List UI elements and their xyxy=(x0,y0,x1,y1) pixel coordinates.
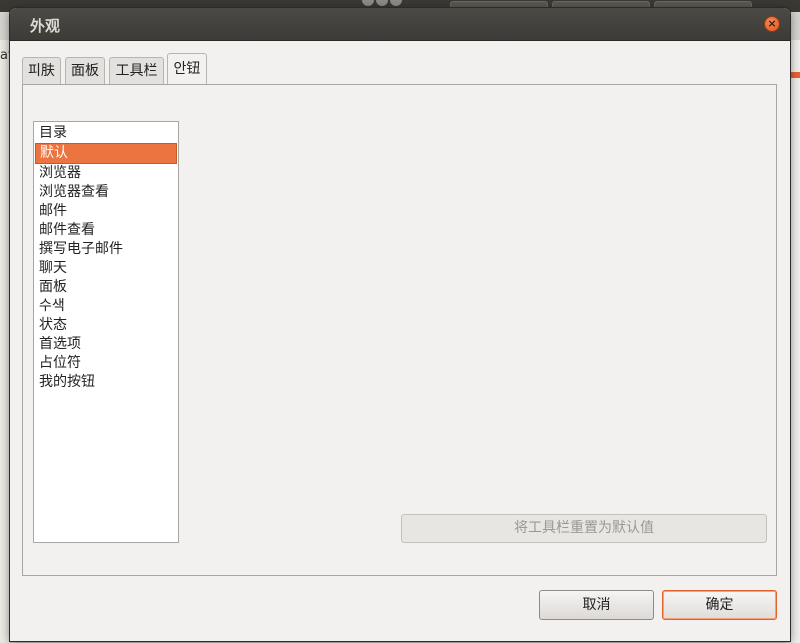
background-accent-strip xyxy=(790,72,800,78)
ok-button[interactable]: 确定 xyxy=(662,590,777,620)
list-item[interactable]: 수색 xyxy=(35,297,177,316)
cancel-button[interactable]: 取消 xyxy=(539,590,654,620)
close-icon[interactable]: × xyxy=(764,16,780,32)
list-item[interactable]: 状态 xyxy=(35,316,177,335)
reset-toolbars-button[interactable]: 将工具栏重置为默认值 xyxy=(401,514,767,543)
tab-buttons[interactable]: 안钮 xyxy=(167,53,207,85)
tab-toolbars[interactable]: 工具栏 xyxy=(109,57,164,84)
background-right-pane xyxy=(790,40,800,643)
list-item[interactable]: 面板 xyxy=(35,278,177,297)
appearance-dialog: 外观 × 피肤 面板 工具栏 안钮 目录 默认 浏览器 浏览器查看 邮件 邮件查… xyxy=(10,8,790,641)
tab-panel: 目录 默认 浏览器 浏览器查看 邮件 邮件查看 撰写电子邮件 聊天 面板 수색 … xyxy=(22,84,777,576)
list-item[interactable]: 邮件查看 xyxy=(35,221,177,240)
tab-panels[interactable]: 面板 xyxy=(65,57,105,84)
list-item[interactable]: 撰写电子邮件 xyxy=(35,240,177,259)
background-control-icon xyxy=(390,0,402,6)
list-item[interactable]: 浏览器 xyxy=(35,164,177,183)
window-title: 外观 xyxy=(30,17,61,35)
list-item[interactable]: 占位符 xyxy=(35,354,177,373)
tab-skins[interactable]: 피肤 xyxy=(22,57,61,84)
list-item[interactable]: 首选项 xyxy=(35,335,177,354)
background-control-icon xyxy=(376,0,388,6)
list-item[interactable]: 聊天 xyxy=(35,259,177,278)
list-item[interactable]: 我的按钮 xyxy=(35,373,177,392)
list-item[interactable]: 目录 xyxy=(35,124,177,143)
list-item[interactable]: 邮件 xyxy=(35,202,177,221)
titlebar: 外观 × xyxy=(10,8,790,41)
list-item-selected[interactable]: 默认 xyxy=(35,143,177,164)
list-item[interactable]: 浏览器查看 xyxy=(35,183,177,202)
toolbar-list[interactable]: 目录 默认 浏览器 浏览器查看 邮件 邮件查看 撰写电子邮件 聊天 面板 수색 … xyxy=(33,121,179,543)
background-control-icon xyxy=(362,0,374,6)
